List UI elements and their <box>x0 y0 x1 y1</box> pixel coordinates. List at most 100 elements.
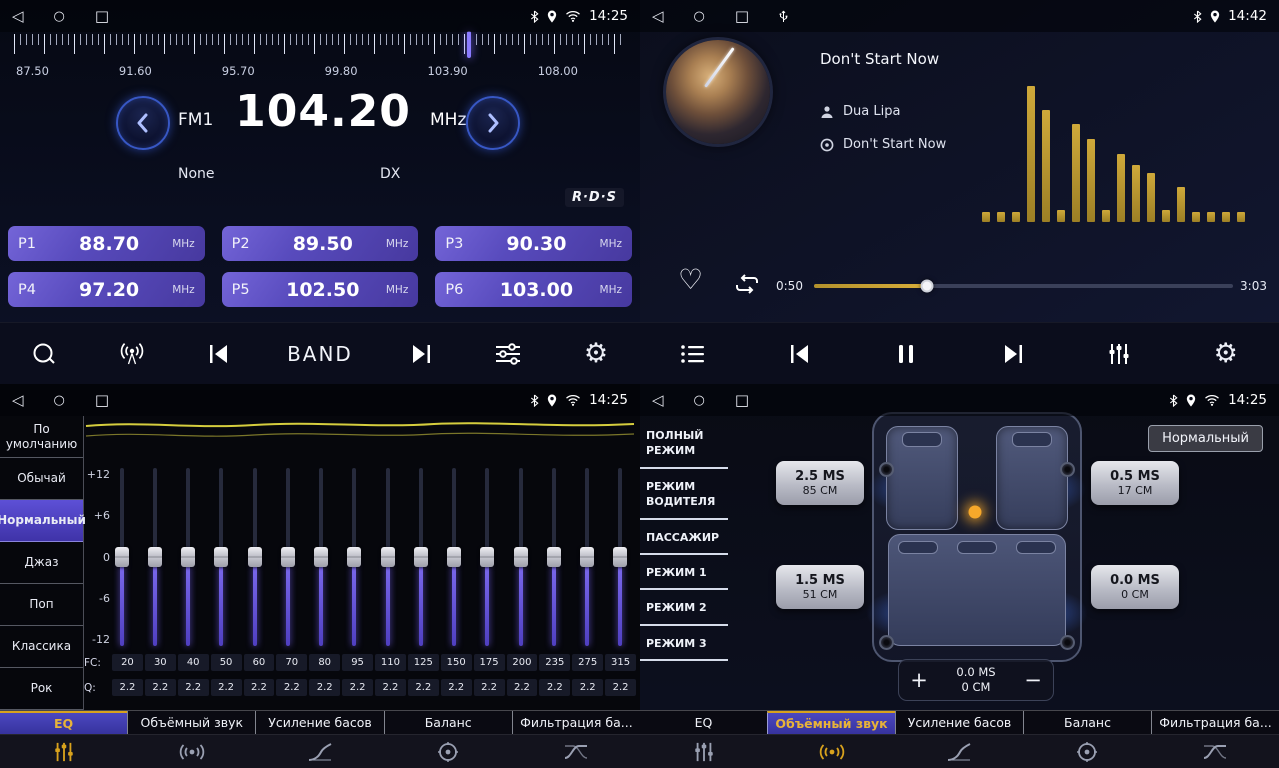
nav-recents-button[interactable]: □ <box>95 393 109 408</box>
eq-band-slider-8[interactable] <box>347 468 362 646</box>
tab-bass-boost[interactable]: Усиление басов <box>895 711 1023 734</box>
broadcast-button[interactable] <box>112 342 152 366</box>
delay-front-left[interactable]: 2.5 MS 85 CM <box>776 461 864 505</box>
eq-band-slider-6[interactable] <box>280 468 295 646</box>
eq-slider-handle[interactable] <box>148 547 162 567</box>
nav-back-button[interactable]: ◁ <box>652 393 664 408</box>
delay-rear-right[interactable]: 0.0 MS 0 CM <box>1091 565 1179 609</box>
eq-slider-handle[interactable] <box>613 547 627 567</box>
frequency-ruler[interactable] <box>14 34 626 58</box>
eq-band-slider-1[interactable] <box>114 468 129 646</box>
eq-band-slider-5[interactable] <box>247 468 262 646</box>
repeat-button[interactable] <box>734 274 760 298</box>
balance-tab-button[interactable] <box>384 735 512 768</box>
next-station-button[interactable] <box>401 343 441 365</box>
band-button[interactable]: BAND <box>287 342 353 366</box>
delay-front-right[interactable]: 0.5 MS 17 CM <box>1091 461 1179 505</box>
surround-mode-1[interactable]: ПОЛНЫЙ РЕЖИМ <box>640 418 728 469</box>
tab-filter[interactable]: Фильтрация ба... <box>1151 711 1279 734</box>
eq-slider-handle[interactable] <box>314 547 328 567</box>
listening-position-dot[interactable] <box>968 506 981 519</box>
eq-preset-item-3[interactable]: Нормальный <box>0 500 83 542</box>
surround-mode-4[interactable]: РЕЖИМ 1 <box>640 555 728 590</box>
eq-band-slider-4[interactable] <box>214 468 229 646</box>
tab-filter[interactable]: Фильтрация ба... <box>512 711 640 734</box>
eq-band-slider-10[interactable] <box>413 468 428 646</box>
eq-slider-handle[interactable] <box>547 547 561 567</box>
nav-back-button[interactable]: ◁ <box>12 393 24 408</box>
eq-preset-item-4[interactable]: Джаз <box>0 542 83 584</box>
eq-band-slider-3[interactable] <box>181 468 196 646</box>
eq-band-slider-9[interactable] <box>380 468 395 646</box>
tune-settings-button[interactable] <box>488 342 528 366</box>
eq-slider-handle[interactable] <box>580 547 594 567</box>
nav-home-button[interactable]: ○ <box>694 394 705 407</box>
bass-boost-tab-button[interactable] <box>256 735 384 768</box>
preset-button-p6[interactable]: P6103.00MHz <box>435 272 632 307</box>
delay-increase-button[interactable]: + <box>899 660 939 700</box>
nav-home-button[interactable]: ○ <box>694 10 705 23</box>
eq-band-slider-11[interactable] <box>447 468 462 646</box>
eq-slider-handle[interactable] <box>414 547 428 567</box>
prev-station-button[interactable] <box>199 343 239 365</box>
tab-surround-sound[interactable]: Объёмный звук <box>127 711 255 734</box>
eq-tab-button[interactable] <box>640 735 768 768</box>
nav-back-button[interactable]: ◁ <box>652 9 664 24</box>
balance-tab-button[interactable] <box>1023 735 1151 768</box>
tune-down-button[interactable] <box>116 96 170 150</box>
nav-recents-button[interactable]: □ <box>735 9 749 24</box>
eq-preset-item-1[interactable]: По умолчанию <box>0 416 83 458</box>
eq-band-slider-14[interactable] <box>546 468 561 646</box>
delay-rear-left[interactable]: 1.5 MS 51 CM <box>776 565 864 609</box>
settings-button[interactable]: ⚙ <box>576 340 616 367</box>
eq-preset-item-7[interactable]: Рок <box>0 668 83 710</box>
tab-bass-boost[interactable]: Усиление басов <box>255 711 383 734</box>
eq-band-slider-13[interactable] <box>513 468 528 646</box>
eq-band-slider-2[interactable] <box>147 468 162 646</box>
tab-balance[interactable]: Баланс <box>1023 711 1151 734</box>
nav-back-button[interactable]: ◁ <box>12 9 24 24</box>
surround-tab-button[interactable] <box>128 735 256 768</box>
eq-preset-item-6[interactable]: Классика <box>0 626 83 668</box>
eq-slider-handle[interactable] <box>181 547 195 567</box>
mixer-button[interactable] <box>1099 342 1139 366</box>
eq-slider-handle[interactable] <box>248 547 262 567</box>
eq-tab-button[interactable] <box>0 735 128 768</box>
tab-eq[interactable]: EQ <box>0 711 127 734</box>
favorite-button[interactable]: ♡ <box>678 266 703 294</box>
delay-decrease-button[interactable]: − <box>1013 660 1053 700</box>
eq-band-slider-15[interactable] <box>580 468 595 646</box>
tune-up-button[interactable] <box>466 96 520 150</box>
nav-home-button[interactable]: ○ <box>54 10 65 23</box>
tab-balance[interactable]: Баланс <box>384 711 512 734</box>
eq-slider-handle[interactable] <box>347 547 361 567</box>
next-track-button[interactable] <box>993 343 1033 365</box>
eq-slider-handle[interactable] <box>381 547 395 567</box>
nav-recents-button[interactable]: □ <box>735 393 749 408</box>
seek-bar-thumb[interactable] <box>921 280 934 293</box>
preset-button-p4[interactable]: P497.20MHz <box>8 272 205 307</box>
prev-track-button[interactable] <box>780 343 820 365</box>
sound-preset-button[interactable]: Нормальный <box>1148 425 1263 452</box>
surround-tab-button[interactable] <box>768 735 896 768</box>
eq-slider-handle[interactable] <box>115 547 129 567</box>
eq-slider-handle[interactable] <box>281 547 295 567</box>
preset-button-p2[interactable]: P289.50MHz <box>222 226 419 261</box>
surround-mode-6[interactable]: РЕЖИМ 3 <box>640 626 728 661</box>
surround-mode-2[interactable]: РЕЖИМ ВОДИТЕЛЯ <box>640 469 728 520</box>
tab-surround-sound[interactable]: Объёмный звук <box>767 711 895 734</box>
preset-button-p1[interactable]: P188.70MHz <box>8 226 205 261</box>
eq-preset-item-2[interactable]: Обычай <box>0 458 83 500</box>
surround-mode-5[interactable]: РЕЖИМ 2 <box>640 590 728 625</box>
eq-band-slider-12[interactable] <box>480 468 495 646</box>
preset-button-p3[interactable]: P390.30MHz <box>435 226 632 261</box>
scan-button[interactable] <box>24 341 64 367</box>
tab-eq[interactable]: EQ <box>640 711 767 734</box>
filter-tab-button[interactable] <box>1151 735 1279 768</box>
settings-button[interactable]: ⚙ <box>1206 340 1246 367</box>
eq-preset-item-5[interactable]: Поп <box>0 584 83 626</box>
filter-tab-button[interactable] <box>512 735 640 768</box>
nav-recents-button[interactable]: □ <box>95 9 109 24</box>
nav-home-button[interactable]: ○ <box>54 394 65 407</box>
seek-bar[interactable] <box>814 284 1233 288</box>
